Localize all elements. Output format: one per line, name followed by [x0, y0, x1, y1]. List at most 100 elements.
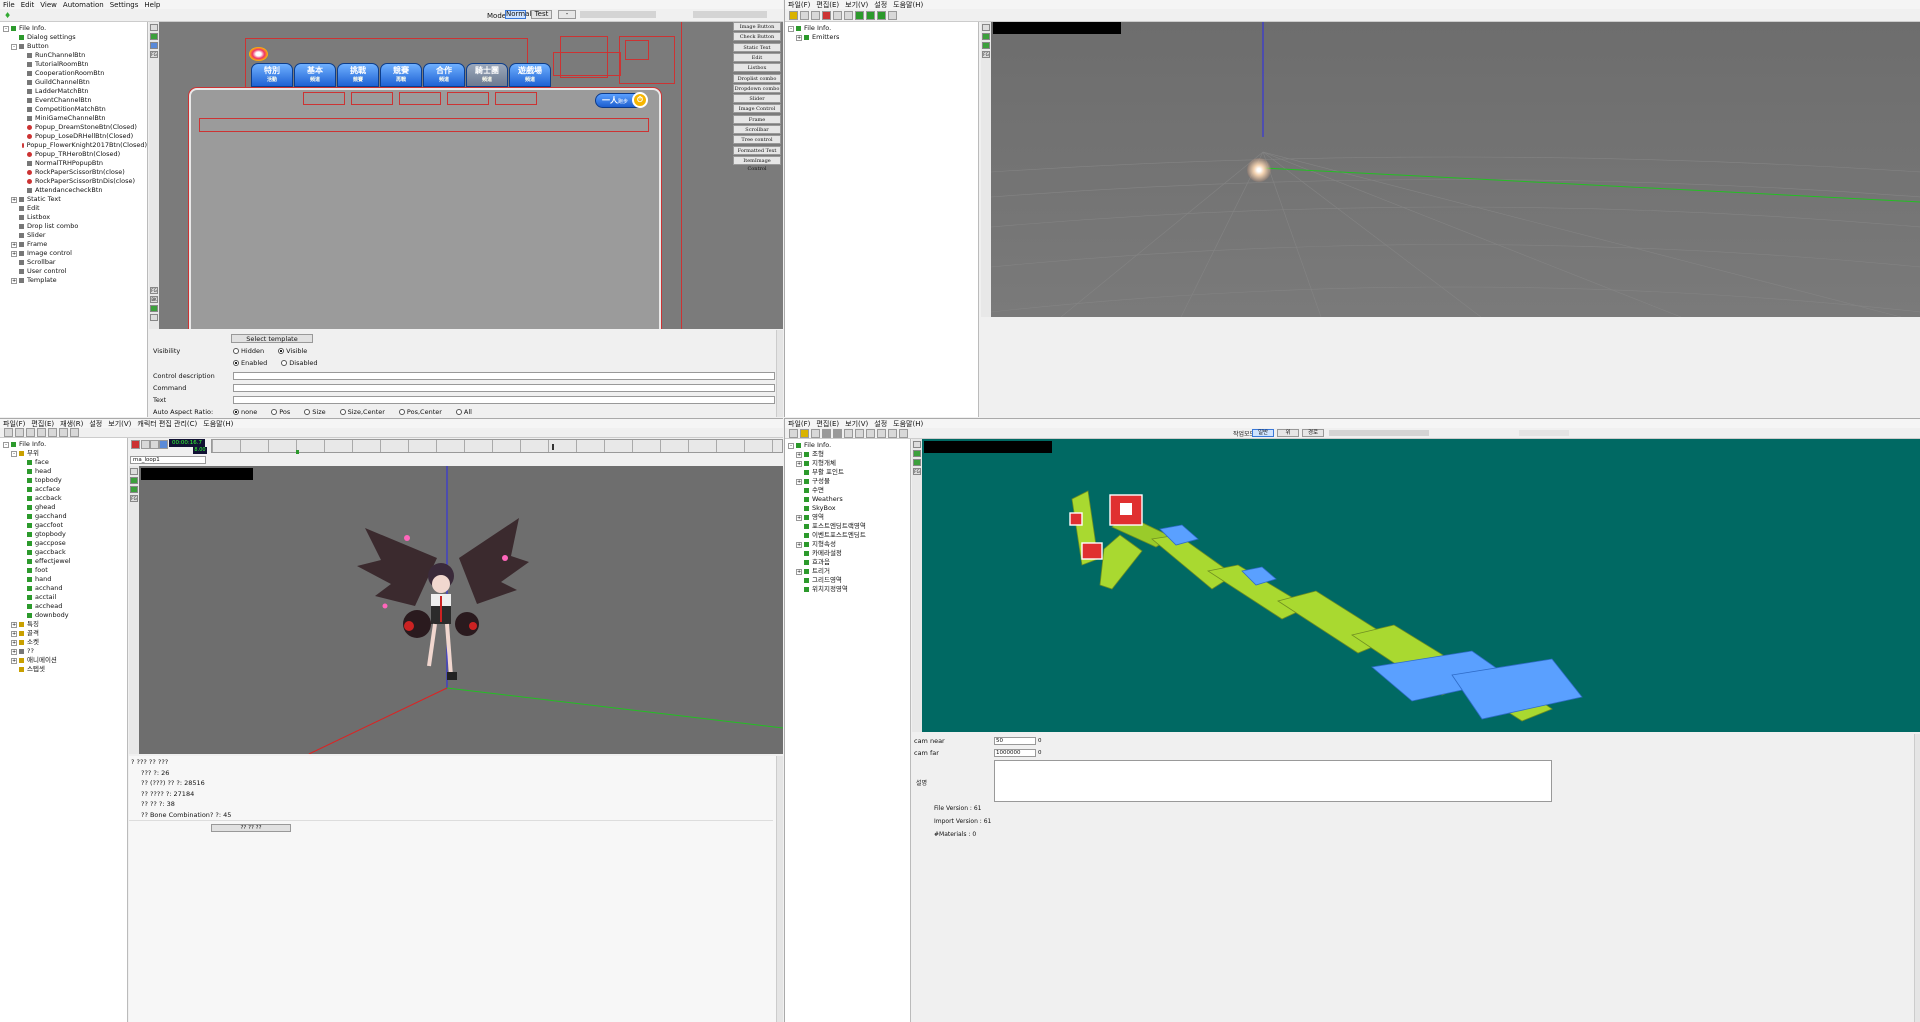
tree-node[interactable]: gaccback [0, 548, 127, 557]
channel-tab[interactable]: 騎士團 頻道 [466, 63, 508, 87]
menu-file[interactable]: File [3, 1, 15, 9]
menu-settings[interactable]: 설정 [874, 0, 887, 10]
character-part-tree[interactable]: - File Info. - 부위 face head topbody accface accb… [0, 438, 128, 1022]
tree-node[interactable]: face [0, 458, 127, 467]
cam-far-input[interactable]: 1000000 [994, 749, 1036, 757]
blue-tool-icon[interactable] [150, 42, 158, 49]
tree-node[interactable]: TutorialRoomBtn [0, 60, 147, 69]
paste-icon[interactable] [866, 428, 875, 438]
tree-node[interactable]: RockPaperScissorBtnDis(close) [0, 177, 147, 186]
text-input[interactable] [233, 396, 775, 404]
fg-button[interactable]: FG [150, 51, 158, 58]
tree-node[interactable]: acchand [0, 584, 127, 593]
tree-node[interactable]: + Emitters [785, 33, 978, 42]
palette-button[interactable]: Image Control [733, 104, 781, 114]
tree-node[interactable]: 부활 포인트 [785, 468, 910, 477]
tree-node[interactable]: Popup_LoseDRHellBtn(Closed) [0, 132, 147, 141]
up-icon[interactable] [833, 10, 842, 20]
tree-node[interactable]: + Frame [0, 240, 147, 249]
channel-tab[interactable]: 基本 頻道 [294, 63, 336, 87]
tree-node[interactable]: + 애니메이션 [0, 656, 127, 665]
map-properties-scrollbar[interactable] [1914, 734, 1920, 1022]
cut-icon[interactable] [844, 428, 853, 438]
step-icon[interactable] [150, 440, 159, 449]
menu-file[interactable]: 파일(F) [788, 419, 810, 429]
select-tool-icon[interactable] [150, 24, 158, 31]
palette-button[interactable]: Frame [733, 114, 781, 124]
control-description-input[interactable] [233, 372, 775, 380]
menu-file[interactable]: 파일(F) [788, 0, 810, 10]
expand-toggle-icon[interactable]: + [796, 460, 802, 467]
pause-icon[interactable] [855, 10, 864, 20]
pin-icon[interactable] [888, 10, 897, 20]
menu-view[interactable]: 보기(V) [845, 0, 868, 10]
green-tool-icon[interactable] [150, 33, 158, 40]
tree-node[interactable]: downbody [0, 611, 127, 620]
aspect-all-radio[interactable]: All [455, 408, 472, 416]
stop-icon[interactable] [141, 440, 150, 449]
mode-path-button[interactable]: 경로 [1302, 429, 1324, 437]
palette-button[interactable]: Dropdown combo [733, 83, 781, 93]
tree-node[interactable]: Slider [0, 231, 147, 240]
save-icon[interactable] [800, 10, 809, 20]
tree-node[interactable]: Dialog settings [0, 33, 147, 42]
tree-node[interactable]: gacchand [0, 512, 127, 521]
tree-node[interactable]: 카메라설정 [785, 549, 910, 558]
tree-node[interactable]: Edit [0, 204, 147, 213]
tree-node[interactable]: EventChannelBtn [0, 96, 147, 105]
menu-help[interactable]: Help [144, 1, 160, 9]
expand-toggle-icon[interactable]: + [796, 568, 802, 575]
tree-node[interactable]: + 조형 [785, 450, 910, 459]
tree-node[interactable]: CooperationRoomBtn [0, 69, 147, 78]
pin-icon[interactable]: ♦ [4, 11, 11, 20]
tree-node[interactable]: Popup_DreamStoneBtn(Closed) [0, 123, 147, 132]
tree-node[interactable]: effectjewel [0, 557, 127, 566]
tree-node[interactable]: 포스트엔딩트랙영역 [785, 522, 910, 531]
play-icon[interactable] [866, 10, 875, 20]
tree-node[interactable]: Scrollbar [0, 258, 147, 267]
menu-file[interactable]: 파일(F) [3, 419, 25, 429]
mode-normal-button[interactable]: Normal [505, 10, 531, 19]
aspect-sizecenter-radio[interactable]: Size,Center [339, 408, 385, 416]
tree-node[interactable]: + 특징 [0, 620, 127, 629]
tree-node[interactable]: Popup_FlowerKnight2017Btn(Closed) [0, 141, 147, 150]
tree-node[interactable]: RunChannelBtn [0, 51, 147, 60]
expand-toggle-icon[interactable]: - [11, 450, 17, 457]
character-3d-viewport[interactable]: FG [129, 466, 783, 754]
tree-node[interactable]: gtopbody [0, 530, 127, 539]
tree-node[interactable]: + 소켓 [0, 638, 127, 647]
control-tree[interactable]: - File Info. Dialog settings - Button RunChan… [0, 22, 148, 417]
tree-node[interactable]: Drop list combo [0, 222, 147, 231]
description-textarea[interactable] [994, 760, 1552, 802]
menu-play[interactable]: 재생(R) [60, 419, 83, 429]
tree-node[interactable]: accback [0, 494, 127, 503]
play-next-icon[interactable] [877, 10, 886, 20]
save-icon[interactable] [811, 428, 820, 438]
expand-toggle-icon[interactable]: - [11, 43, 17, 50]
tree-node[interactable]: 그리드영역 [785, 576, 910, 585]
properties-scrollbar[interactable] [776, 330, 783, 417]
aspect-size-radio[interactable]: Size [304, 408, 326, 416]
loop-icon[interactable] [159, 440, 168, 449]
tree-node[interactable]: CompetitionMatchBtn [0, 105, 147, 114]
expand-toggle-icon[interactable]: - [3, 25, 9, 32]
new-icon[interactable] [789, 428, 798, 438]
tree-node[interactable]: MiniGameChannelBtn [0, 114, 147, 123]
tree-node[interactable]: - File Info. [785, 441, 910, 450]
palette-button[interactable]: Scrollbar [733, 125, 781, 134]
tree-node[interactable]: gaccfoot [0, 521, 127, 530]
tree-node[interactable]: LadderMatchBtn [0, 87, 147, 96]
expand-toggle-icon[interactable]: + [11, 241, 17, 248]
bk-button[interactable]: BK [150, 296, 158, 303]
expand-toggle-icon[interactable]: + [11, 648, 17, 655]
expand-toggle-icon[interactable]: + [11, 639, 17, 646]
tree-node[interactable]: - File Info. [0, 440, 127, 449]
tree-node[interactable]: + Static Text [0, 195, 147, 204]
channel-tab[interactable]: 競賽 再戰 [380, 63, 422, 87]
arrow-icon[interactable] [4, 428, 13, 437]
tree-node[interactable]: accface [0, 485, 127, 494]
animation-select[interactable]: ma_loop1 [130, 456, 206, 464]
expand-toggle-icon[interactable]: + [11, 250, 17, 257]
gray-block-icon-2[interactable] [833, 428, 842, 438]
open-folder-icon[interactable] [800, 428, 809, 438]
